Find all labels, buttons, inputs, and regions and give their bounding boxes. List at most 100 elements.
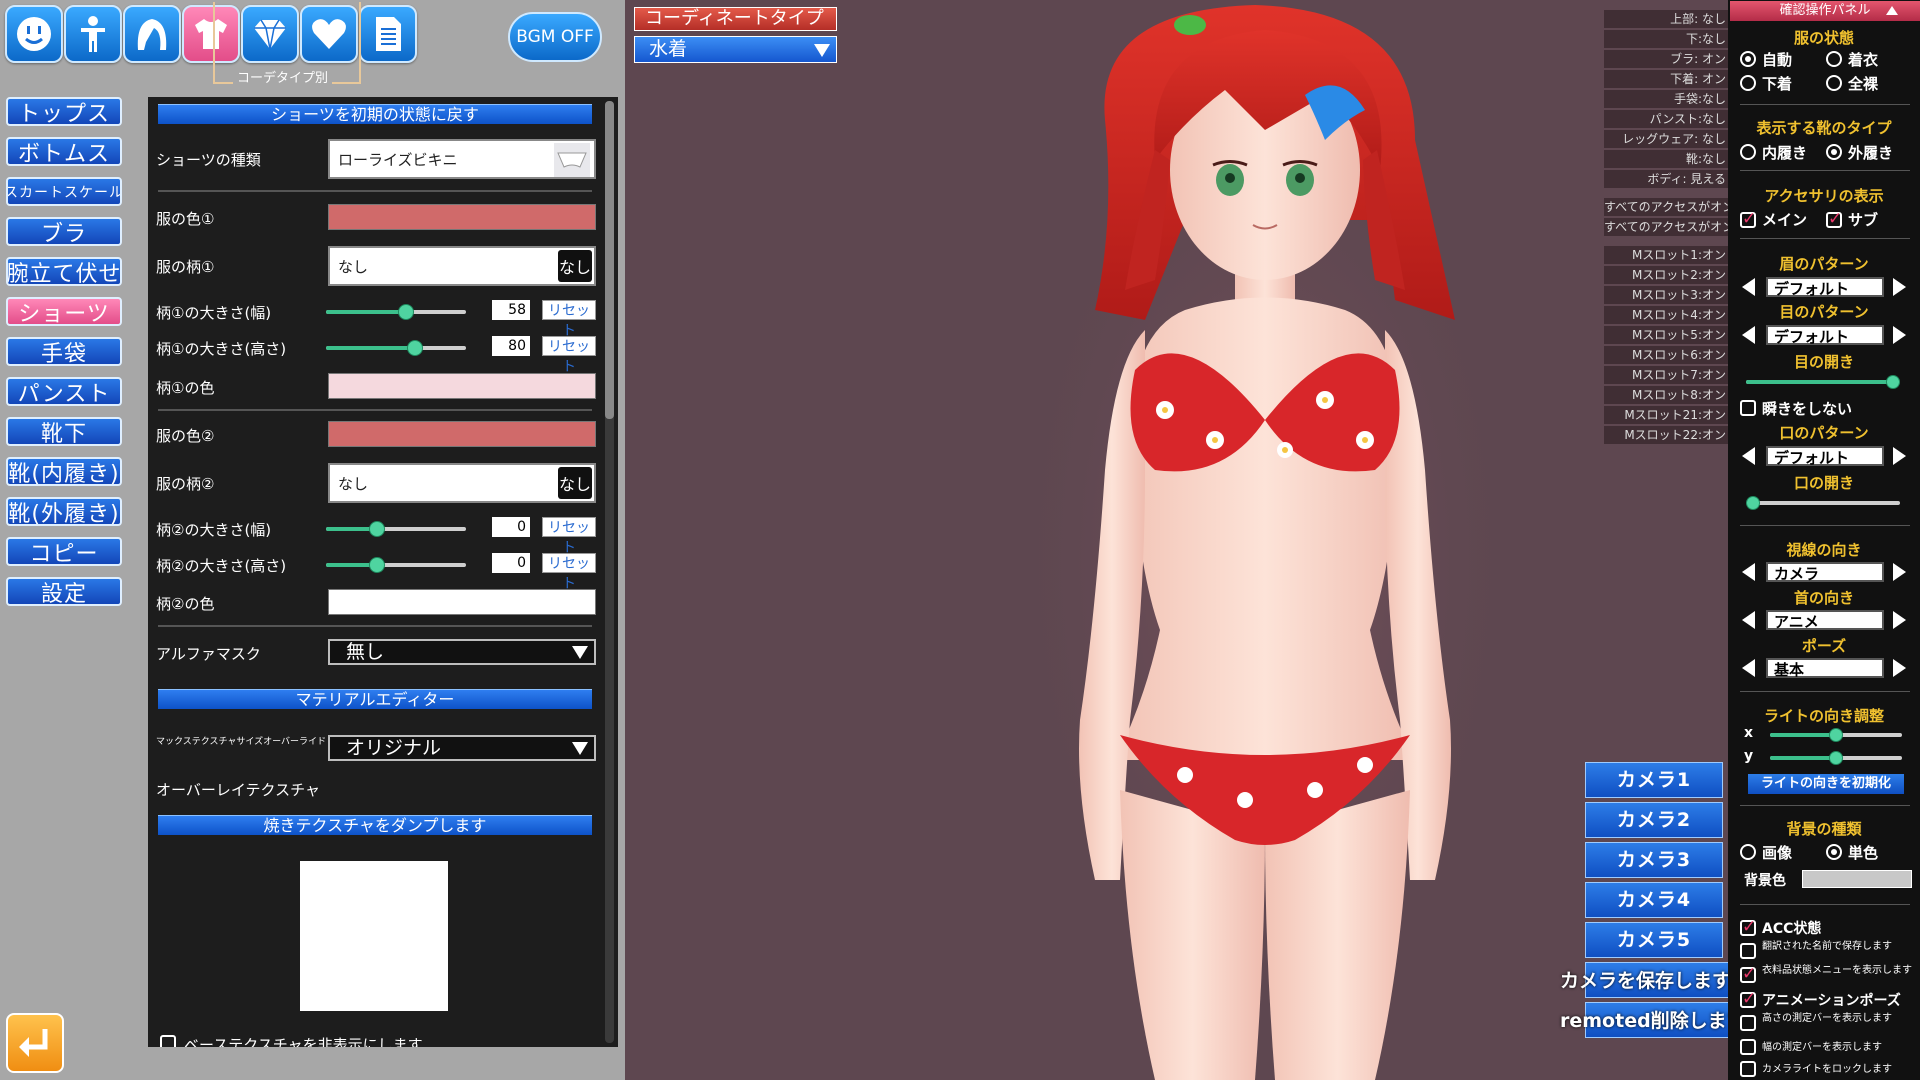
bg-color-swatch[interactable] [1802,870,1912,888]
camera-4-button[interactable]: カメラ4 [1585,882,1723,918]
nav-skirt-scale[interactable]: スカートスケール [6,177,122,206]
slider-knob[interactable] [1829,728,1843,742]
eye-next-icon[interactable] [1893,326,1906,344]
clothes-auto-radio[interactable] [1740,51,1756,67]
clothes-menu-checkbox[interactable] [1740,964,1756,984]
p2-height-value[interactable]: 0 [492,553,530,573]
reset-shorts-button[interactable]: ショーツを初期の状態に戻す [158,104,592,124]
width-bar-checkbox[interactable] [1740,1039,1756,1055]
nav-copy[interactable]: コピー [6,537,122,566]
panel-scrollbar-thumb[interactable] [605,101,614,419]
height-bar-checkbox[interactable] [1740,1015,1756,1031]
acc-state-checkbox[interactable] [1740,917,1756,937]
pattern2-selector[interactable]: なし なし [328,463,596,503]
hide-base-checkbox[interactable] [160,1035,176,1047]
bg-solid-radio[interactable] [1826,844,1842,860]
slider-knob[interactable] [369,521,386,537]
neck-next-icon[interactable] [1893,611,1906,629]
hair-tab[interactable] [123,5,181,63]
clothes-underwear-radio[interactable] [1740,75,1756,91]
no-blink-checkbox[interactable] [1740,400,1756,416]
back-button[interactable] [6,1013,64,1073]
accessory-sub-checkbox[interactable] [1826,209,1842,229]
nav-indoor-shoes[interactable]: 靴(内履き) [6,457,122,486]
p2-width-slider[interactable] [326,521,466,537]
eye-open-slider[interactable] [1746,375,1900,389]
translated-save-checkbox[interactable] [1740,943,1756,959]
pose-next-icon[interactable] [1893,659,1906,677]
mouth-next-icon[interactable] [1893,447,1906,465]
neck-prev-icon[interactable] [1742,611,1755,629]
shorts-type-selector[interactable]: ローライズビキニ [328,139,596,179]
light-x-slider[interactable] [1770,728,1902,742]
p1-width-slider[interactable] [326,304,466,320]
slider-knob[interactable] [369,557,386,573]
remote-delete-button[interactable]: remoted削除します [1560,1006,1746,1033]
p1-height-slider[interactable] [326,340,466,356]
gaze-prev-icon[interactable] [1742,563,1755,581]
brow-prev-icon[interactable] [1742,278,1755,296]
eye-prev-icon[interactable] [1742,326,1755,344]
nav-pushup[interactable]: 腕立て伏せ [6,257,122,286]
nav-shorts[interactable]: ショーツ [6,297,122,326]
max-texture-dropdown[interactable]: オリジナル [328,735,596,761]
bg-image-radio[interactable] [1740,844,1756,860]
anim-pose-checkbox[interactable] [1740,989,1756,1009]
p2-height-slider[interactable] [326,557,466,573]
nav-bottoms[interactable]: ボトムス [6,137,122,166]
camera-2-button[interactable]: カメラ2 [1585,802,1723,838]
nav-socks[interactable]: 靴下 [6,417,122,446]
shoe-outdoor-radio[interactable] [1826,144,1842,160]
collapse-arrow-icon[interactable] [1886,6,1898,15]
mouth-prev-icon[interactable] [1742,447,1755,465]
background-type-header: 背景の種類 [1786,820,1862,838]
camera-5-button[interactable]: カメラ5 [1585,922,1723,958]
p1-height-value[interactable]: 80 [492,336,530,356]
slider-knob[interactable] [406,340,423,356]
p1-height-reset[interactable]: リセット [542,336,596,375]
camera-1-button[interactable]: カメラ1 [1585,762,1723,798]
p2-width-reset[interactable]: リセット [542,517,596,556]
camera-3-button[interactable]: カメラ3 [1585,842,1723,878]
gaze-next-icon[interactable] [1893,563,1906,581]
bgm-toggle-button[interactable]: BGM OFF [508,12,602,62]
slider-knob[interactable] [1746,496,1760,510]
pattern1-selector[interactable]: なし なし [328,246,596,286]
pose-prev-icon[interactable] [1742,659,1755,677]
brow-pattern-header: 眉のパターン [1779,255,1869,273]
clothes-nude-radio[interactable] [1826,75,1842,91]
p1-width-value[interactable]: 58 [492,300,530,320]
face-tab[interactable] [5,5,63,63]
nav-bra[interactable]: ブラ [6,217,122,246]
mouth-open-slider[interactable] [1746,496,1900,510]
nav-gloves[interactable]: 手袋 [6,337,122,366]
clothes-dressed-radio[interactable] [1826,51,1842,67]
save-camera-button[interactable]: カメラを保存します [1560,966,1731,993]
material-editor-button[interactable]: マテリアルエディター [158,689,592,709]
p2-height-reset[interactable]: リセット [542,553,596,592]
p2-color-swatch[interactable] [328,589,596,615]
dump-texture-button[interactable]: 焼きテクスチャをダンプします [158,815,592,835]
nav-tops[interactable]: トップス [6,97,122,126]
shoe-indoor-radio[interactable] [1740,144,1756,160]
nav-settings[interactable]: 設定 [6,577,122,606]
p1-color-swatch[interactable] [328,373,596,399]
color2-swatch[interactable] [328,421,596,447]
light-y-slider[interactable] [1770,751,1902,765]
p1-width-reset[interactable]: リセット [542,300,596,339]
document-tab[interactable] [359,5,417,63]
light-reset-button[interactable]: ライトの向きを初期化 [1748,774,1904,794]
slider-knob[interactable] [1829,751,1843,765]
accessory-main-checkbox[interactable] [1740,209,1756,229]
alpha-mask-dropdown[interactable]: 無し [328,639,596,665]
p2-width-value[interactable]: 0 [492,517,530,537]
nav-outdoor-shoes[interactable]: 靴(外履き) [6,497,122,526]
camera-light-lock-checkbox[interactable] [1740,1061,1756,1077]
nav-pantyhose[interactable]: パンスト [6,377,122,406]
slider-knob[interactable] [1886,375,1900,389]
slider-knob[interactable] [397,304,414,320]
body-tab[interactable] [64,5,122,63]
color1-swatch[interactable] [328,204,596,230]
brow-next-icon[interactable] [1893,278,1906,296]
coordinate-type-dropdown[interactable]: 水着 [634,36,837,63]
